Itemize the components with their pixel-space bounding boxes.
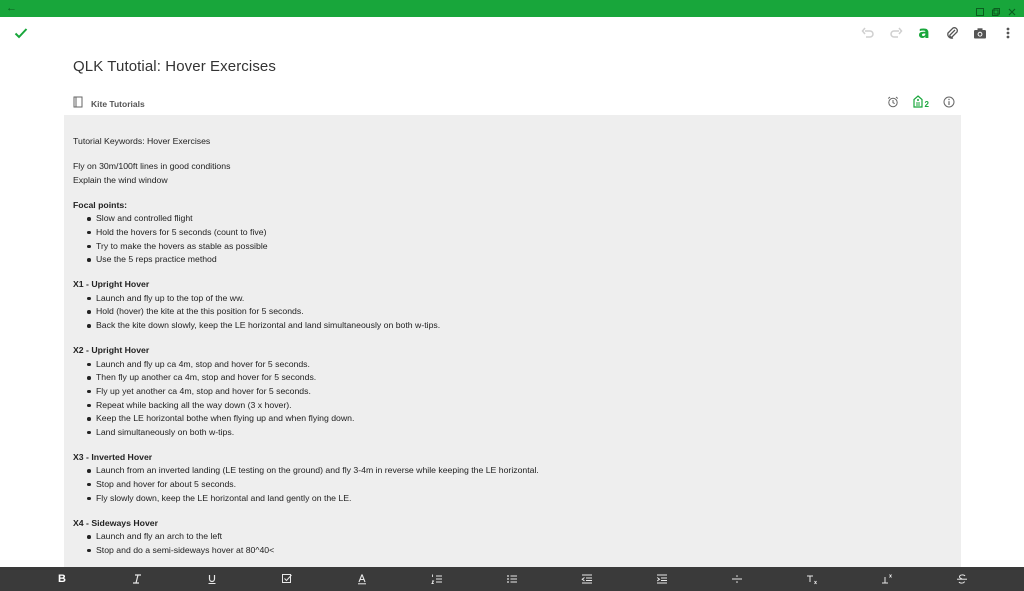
text-format-icon[interactable]: a (916, 25, 932, 42)
list-item: Launch and fly up ca 4m, stop and hover … (87, 358, 952, 372)
underline-button[interactable] (205, 572, 219, 586)
redo-icon[interactable] (888, 25, 904, 41)
list-item: Hold (hover) the kite at the this positi… (87, 305, 952, 319)
divider-icon[interactable] (730, 572, 744, 586)
attachment-icon[interactable] (944, 25, 960, 41)
list-item: Stop and hover for about 5 seconds. (87, 478, 952, 492)
italic-button[interactable] (130, 572, 144, 586)
formatting-toolbar: B (0, 567, 1024, 591)
bold-button[interactable]: B (55, 572, 69, 586)
list-item: Land simultaneously on both w-tips. (87, 426, 952, 440)
list-item: Launch and fly up to the top of the ww. (87, 292, 952, 306)
subscript-icon[interactable] (805, 572, 819, 586)
outdent-icon[interactable] (580, 572, 594, 586)
notebook-icon (73, 95, 83, 113)
list-item: Back the kite down slowly, keep the LE h… (87, 319, 952, 333)
notebook-selector[interactable]: Kite Tutorials (73, 95, 145, 113)
intro-line: Fly on 30m/100ft lines in good condition… (73, 161, 231, 172)
info-icon[interactable] (943, 95, 955, 113)
section-heading: X3 - Inverted Hover (73, 451, 153, 462)
back-arrow-icon[interactable]: ← (6, 2, 17, 14)
highlighter-icon[interactable] (355, 572, 369, 586)
intro-line: Explain the wind window (73, 174, 168, 185)
list-item: Then fly up another ca 4m, stop and hove… (87, 371, 952, 385)
list-item: Fly slowly down, keep the LE horizontal … (87, 492, 952, 506)
note-title[interactable]: QLK Tutotial: Hover Exercises (73, 58, 276, 75)
list-item: Try to make the hovers as stable as poss… (87, 240, 952, 254)
tag-icon (912, 95, 923, 113)
done-check-icon[interactable] (13, 25, 29, 41)
top-toolbar: a (0, 17, 1024, 53)
section-heading: X2 - Upright Hover (73, 345, 150, 356)
bullet-list: Slow and controlled flight Hold the hove… (73, 212, 952, 266)
reminder-alarm-icon[interactable] (887, 95, 899, 113)
camera-icon[interactable] (972, 25, 988, 41)
close-window-icon (1008, 3, 1016, 16)
tags-button[interactable]: 2 (912, 95, 929, 113)
section-heading: Focal points: (73, 199, 128, 210)
list-item: Fly up yet another ca 4m, stop and hover… (87, 385, 952, 399)
window-icon (976, 3, 984, 16)
list-item: Repeat while backing all the way down (3… (87, 399, 952, 413)
bullet-list: Launch from an inverted landing (LE test… (73, 464, 952, 505)
indent-icon[interactable] (655, 572, 669, 586)
section-heading: X4 - Sideways Hover (73, 517, 158, 528)
section-heading: X1 - Upright Hover (73, 279, 150, 290)
bullet-list: Launch and fly up to the top of the ww. … (73, 292, 952, 333)
restore-icon (992, 3, 1000, 16)
keywords-line: Tutorial Keywords: Hover Exercises (73, 136, 211, 146)
superscript-icon[interactable] (880, 572, 894, 586)
strikethrough-icon[interactable] (955, 572, 969, 586)
list-item: Slow and controlled flight (87, 212, 952, 226)
list-item: Hold the hovers for 5 seconds (count to … (87, 226, 952, 240)
bullet-list: Launch and fly an arch to the left Stop … (73, 530, 952, 557)
list-item: Launch from an inverted landing (LE test… (87, 464, 952, 478)
note-meta-row: Kite Tutorials 2 (64, 95, 961, 111)
list-item: Keep the LE horizontal bothe when flying… (87, 412, 952, 426)
status-bar: ← (0, 0, 1024, 17)
list-item: Stop and do a semi-sideways hover at 80^… (87, 544, 952, 558)
note-editor[interactable]: Tutorial Keywords: Hover Exercises Fly o… (64, 115, 961, 567)
bullet-list: Launch and fly up ca 4m, stop and hover … (73, 358, 952, 440)
numbered-list-icon[interactable] (430, 572, 444, 586)
checkbox-icon[interactable] (280, 572, 294, 586)
list-item: Use the 5 reps practice method (87, 253, 952, 267)
more-vert-icon[interactable] (1000, 25, 1016, 41)
tag-count: 2 (924, 99, 929, 109)
undo-icon[interactable] (860, 25, 876, 41)
notebook-name: Kite Tutorials (91, 99, 145, 109)
list-item: Launch and fly an arch to the left (87, 530, 952, 544)
bulleted-list-icon[interactable] (505, 572, 519, 586)
